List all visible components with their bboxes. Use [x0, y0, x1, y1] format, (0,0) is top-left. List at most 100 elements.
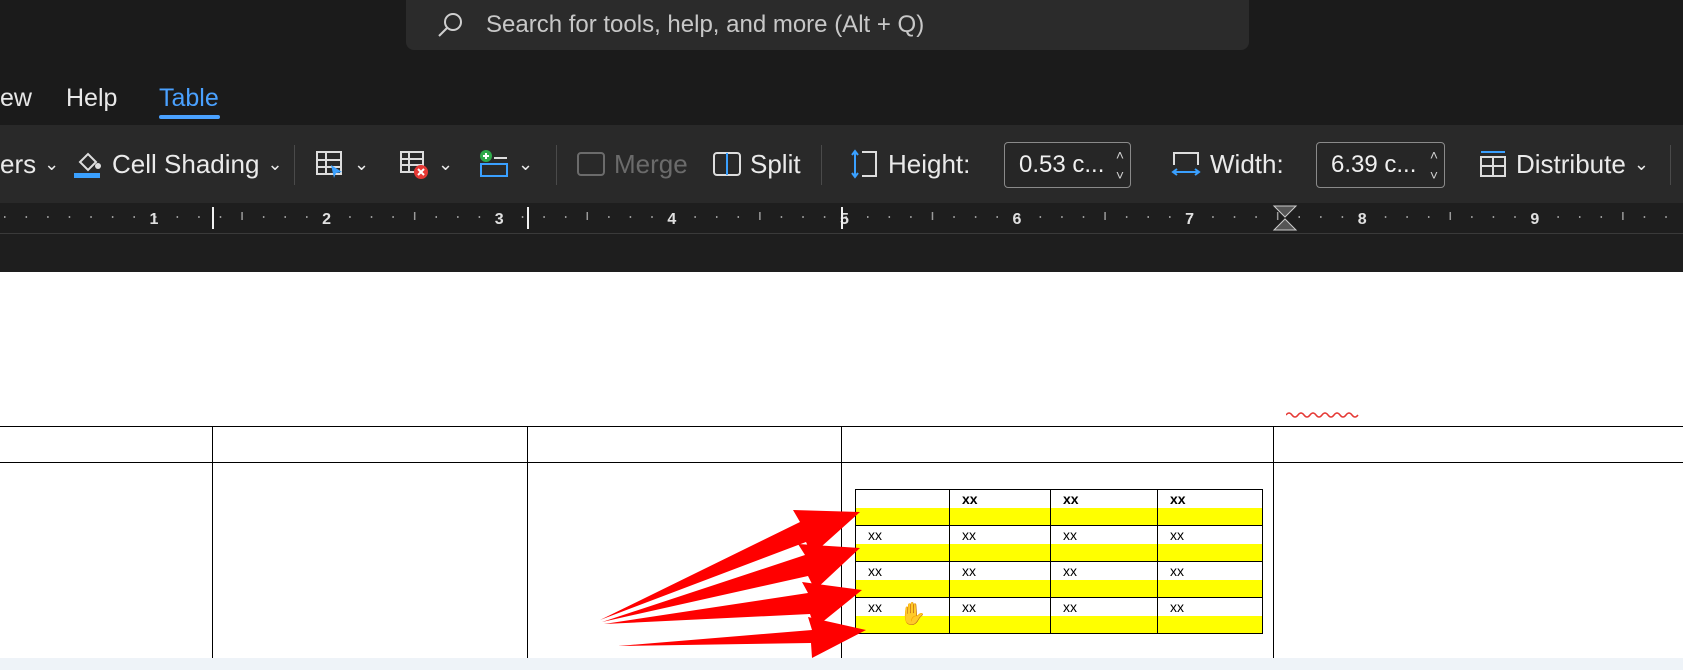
column-marker[interactable]	[212, 207, 214, 229]
yellow-highlight	[1158, 508, 1262, 525]
table-cell[interactable]: xx	[949, 525, 1051, 562]
ruler-tick	[370, 216, 373, 218]
ruler-tick	[1578, 216, 1581, 218]
table-row: xx xx xx xx	[855, 561, 1263, 598]
word-window: Search for tools, help, and more (Alt + …	[0, 0, 1683, 670]
active-tab-indicator	[159, 115, 220, 119]
cell-text: xx	[1051, 562, 1157, 580]
ruler-tick	[198, 216, 200, 218]
cell-text: xx	[950, 562, 1050, 580]
spin-arrows-icon[interactable]: ˄ ˅	[1430, 145, 1438, 185]
ruler-tick	[1212, 216, 1214, 218]
yellow-highlight	[1051, 544, 1157, 561]
chevron-down-icon: ⌄	[518, 153, 534, 174]
table-cell[interactable]: xx	[1050, 597, 1158, 634]
ruler-tick	[1147, 216, 1149, 218]
split-label: Split	[750, 148, 801, 179]
ruler-tick	[306, 216, 308, 218]
ruler-tick	[25, 216, 28, 218]
ruler-number: 4	[667, 211, 676, 228]
width-control: Width:	[1170, 125, 1284, 203]
merge-button[interactable]: Merge	[576, 125, 688, 203]
merge-label: Merge	[614, 148, 688, 179]
hand-cursor-icon: ✋	[899, 601, 927, 626]
table-cell[interactable]	[855, 489, 950, 526]
ruler-tick	[759, 212, 761, 220]
ruler-tick	[1039, 216, 1042, 218]
ruler-tick	[1255, 216, 1257, 218]
table-row: xx xx xx xx	[855, 525, 1263, 562]
ruler-tick	[715, 216, 718, 218]
yellow-highlight	[1158, 580, 1262, 597]
ruler-tick	[1406, 216, 1408, 218]
ruler-tick	[823, 216, 826, 218]
yellow-highlight	[856, 544, 949, 561]
ruler-tick	[1298, 216, 1300, 218]
table-cell[interactable]: xx	[1157, 597, 1263, 634]
chevron-down-icon: ⌄	[1633, 153, 1649, 174]
ruler-tick	[1449, 212, 1452, 220]
table-cell[interactable]: xx	[949, 561, 1051, 598]
tab-review[interactable]: ew	[0, 78, 32, 118]
ruler-tick	[910, 216, 912, 218]
ruler-number: 7	[1185, 211, 1194, 228]
yellow-highlight	[950, 544, 1050, 561]
table-cell[interactable]: xx	[855, 525, 950, 562]
ruler-tick	[1514, 216, 1516, 218]
tab-help[interactable]: Help	[66, 78, 117, 118]
row-height-icon	[851, 149, 877, 179]
horizontal-ruler[interactable]: 123456789	[0, 203, 1683, 233]
search-box[interactable]: Search for tools, help, and more (Alt + …	[406, 0, 1249, 50]
ruler-tick	[867, 216, 869, 218]
ruler-tick	[1643, 216, 1646, 218]
split-cells-icon	[713, 152, 741, 176]
table-cell[interactable]: xx	[1050, 525, 1158, 562]
ruler-tick	[1557, 216, 1559, 218]
width-value: 6.39 c...	[1331, 151, 1417, 178]
cell-text: xx	[1158, 562, 1262, 580]
yellow-highlight	[1051, 580, 1157, 597]
select-table-button[interactable]: ⌄	[314, 125, 369, 203]
table-cell[interactable]: xx	[1157, 489, 1263, 526]
ruler-tick	[47, 216, 49, 218]
column-marker[interactable]	[841, 207, 843, 229]
ruler-tick	[1104, 212, 1106, 220]
ruler-tick	[457, 216, 459, 218]
table-cell[interactable]: xx	[949, 489, 1051, 526]
ruler-tick	[564, 216, 567, 218]
table-cell[interactable]: xx	[855, 561, 950, 598]
width-spinbox[interactable]: 6.39 c... ˄ ˅	[1316, 142, 1445, 188]
ruler-ticks: 123456789	[4, 205, 1667, 231]
table-cell[interactable]: xx	[949, 597, 1051, 634]
table-cell[interactable]: xx	[1157, 561, 1263, 598]
ruler-tick	[392, 216, 394, 218]
table-cell[interactable]: xx	[1050, 561, 1158, 598]
ruler-tick	[284, 216, 286, 218]
table-cell[interactable]: xx	[1157, 525, 1263, 562]
cell-shading-button[interactable]: Cell Shading ⌄	[72, 125, 283, 203]
ruler-tick	[1427, 216, 1430, 218]
insert-above-button[interactable]: ⌄	[478, 125, 533, 203]
borders-button[interactable]: ers ⌄	[0, 125, 59, 203]
cell-text: xx	[1051, 598, 1157, 616]
height-spinbox[interactable]: 0.53 c... ˄ ˅	[1004, 142, 1131, 188]
outer-table-column-border	[1273, 426, 1274, 658]
tab-table[interactable]: Table	[159, 78, 219, 118]
distribute-button[interactable]: Distribute ⌄	[1478, 125, 1649, 203]
cell-text: xx	[950, 598, 1050, 616]
ruler-tick	[478, 216, 481, 218]
split-button[interactable]: Split	[712, 125, 801, 203]
height-control: Height:	[850, 125, 970, 203]
ruler-tick	[802, 216, 804, 218]
table-cell[interactable]: xx	[1050, 489, 1158, 526]
width-label: Width:	[1210, 148, 1284, 179]
ruler-tick	[90, 216, 92, 218]
column-marker[interactable]	[527, 207, 529, 229]
ruler-tick	[996, 216, 998, 218]
spin-arrows-icon[interactable]: ˄ ˅	[1116, 145, 1124, 185]
separator	[556, 145, 557, 185]
ruler-number: 1	[150, 211, 159, 228]
ruler-tick	[1320, 216, 1322, 218]
ruler-tick	[1622, 212, 1624, 220]
delete-table-button[interactable]: ⌄	[398, 125, 453, 203]
